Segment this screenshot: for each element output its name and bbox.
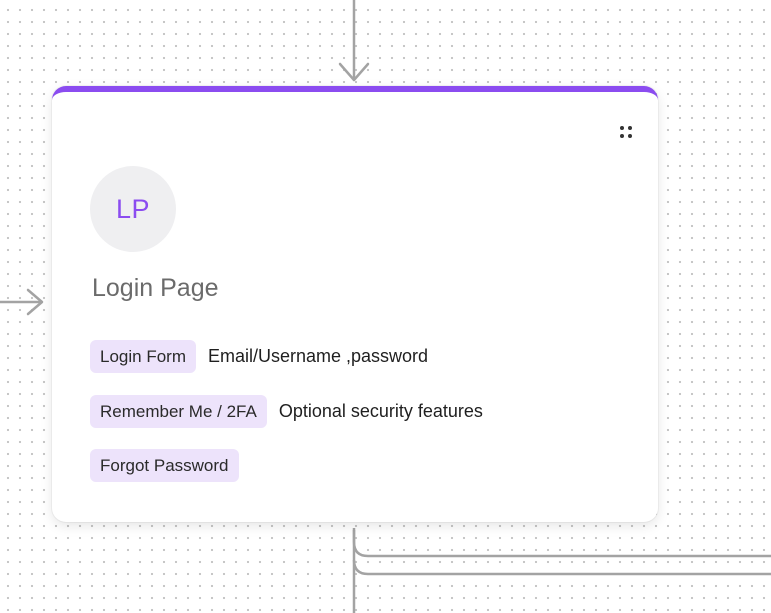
connector-bottom-branch-2 bbox=[352, 559, 771, 576]
feature-tag: Remember Me / 2FA bbox=[90, 395, 267, 428]
feature-row-login-form: Login Form Email/Username ,password bbox=[90, 340, 428, 373]
feature-description: Email/Username ,password bbox=[207, 346, 429, 366]
avatar-initials: LP bbox=[115, 193, 151, 224]
connector-bottom-branch-1 bbox=[352, 530, 771, 558]
feature-tag: Forgot Password bbox=[90, 449, 239, 482]
feature-row-remember-me: Remember Me / 2FA Optional security feat… bbox=[90, 395, 483, 428]
feature-tag: Login Form bbox=[90, 340, 196, 373]
avatar: LP bbox=[90, 166, 176, 252]
node-title: Login Page bbox=[92, 274, 219, 302]
feature-row-forgot-password: Forgot Password bbox=[90, 449, 239, 482]
drag-handle-icon[interactable] bbox=[618, 124, 634, 140]
feature-description: Optional security features bbox=[278, 401, 483, 421]
login-page-node[interactable]: LP Login Page Login Form Email/Username … bbox=[52, 86, 658, 522]
